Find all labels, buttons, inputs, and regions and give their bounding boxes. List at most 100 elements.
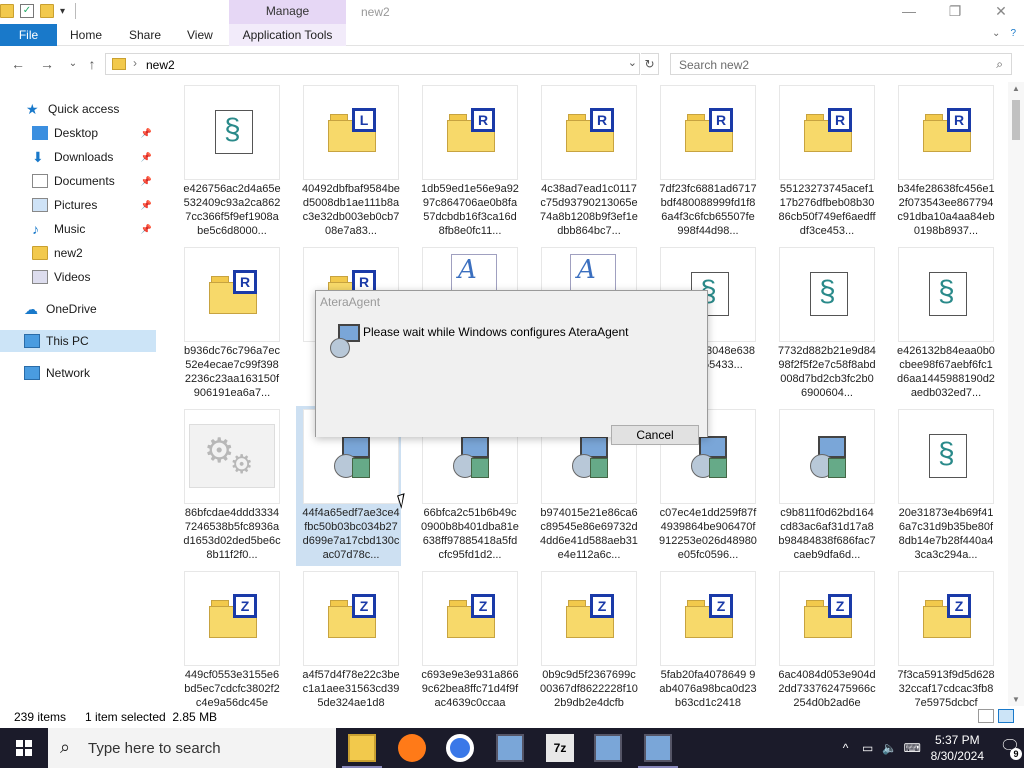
chevron-down-icon[interactable]: ⌄ bbox=[628, 56, 637, 69]
recent-locations-icon[interactable]: ⌄ bbox=[64, 55, 82, 73]
file-tile[interactable]: R 7df23fc6881ad6717bdf480088999fd1f86a4f3… bbox=[653, 82, 758, 242]
scroll-up-icon[interactable]: ▲ bbox=[1012, 84, 1020, 93]
tab-share[interactable]: Share bbox=[129, 24, 161, 46]
search-input[interactable]: Search new2 ⌕ bbox=[670, 53, 1012, 75]
installer-taskbar-icon[interactable] bbox=[496, 734, 524, 762]
address-bar[interactable]: › new2 ⌄ bbox=[105, 53, 640, 75]
file-tile[interactable]: R 1db59ed1e56e9a9297c864706ae0b8fa57dcbdb… bbox=[415, 82, 520, 242]
nav-desktop[interactable]: Desktop 📌 bbox=[0, 122, 156, 144]
vertical-scrollbar[interactable]: ▲ ▼ bbox=[1008, 82, 1024, 706]
address-path[interactable]: new2 bbox=[146, 58, 175, 72]
file-tile[interactable]: c9b811f0d62bd164cd83ac6af31d17a8b9848483… bbox=[772, 406, 877, 566]
close-button[interactable]: ✕ bbox=[978, 0, 1024, 24]
dialog-body: Please wait while Windows configures Ate… bbox=[316, 312, 707, 445]
customize-toolbar-icon[interactable]: ▾ bbox=[60, 6, 65, 17]
properties-icon[interactable]: ✓ bbox=[20, 4, 34, 18]
nav-new2[interactable]: new2 bbox=[0, 242, 156, 264]
file-tile[interactable]: R 4c38ad7ead1c0117c75d93790213065e74a8b12… bbox=[534, 82, 639, 242]
cancel-button[interactable]: Cancel bbox=[611, 425, 699, 445]
7zip-icon[interactable]: 7z bbox=[546, 734, 574, 762]
file-name: 7732d882b21e9d8498f2f5f2e7c58f8abd008d7b… bbox=[778, 345, 876, 399]
file-tile[interactable]: Z 7f3ca5913f9d5d62832ccaf17cdcac3fb87e597… bbox=[891, 568, 996, 706]
chevron-up-icon[interactable]: ^ bbox=[838, 741, 854, 755]
file-tile[interactable]: Rb936dc76c796a7ec52e4ecae7c99f3982236c23… bbox=[177, 244, 282, 404]
nav-quick-access[interactable]: ★ Quick access bbox=[0, 98, 156, 120]
file-thumbnail: L bbox=[303, 85, 399, 180]
gear-icon: ⚙ ⚙ bbox=[189, 424, 275, 488]
file-tile[interactable]: Z 0b9c9d5f2367699c00367df8622228f102b9db2… bbox=[534, 568, 639, 706]
maximize-button[interactable]: ❐ bbox=[932, 0, 978, 24]
search-icon: ⌕ bbox=[996, 57, 1003, 71]
nav-network[interactable]: Network bbox=[0, 362, 156, 384]
file-tile[interactable]: Za4f57d4f78e22c3bec1a1aee31563cd395de324… bbox=[296, 568, 401, 706]
start-button[interactable] bbox=[0, 728, 48, 768]
file-thumbnail bbox=[184, 85, 280, 180]
tab-view[interactable]: View bbox=[187, 24, 213, 46]
nav-music[interactable]: ♪ Music 📌 bbox=[0, 218, 156, 240]
pin-icon: 📌 bbox=[140, 152, 152, 162]
file-tile[interactable]: 7732d882b21e9d8498f2f5f2e7c58f8abd008d7b… bbox=[772, 244, 877, 404]
details-view-icon[interactable] bbox=[978, 709, 994, 723]
address-row: ← → ⌄ ↑ › new2 ⌄ ↻ Search new2 ⌕ bbox=[0, 48, 1024, 80]
nav-this-pc[interactable]: This PC bbox=[0, 330, 156, 352]
file-thumbnail: Z bbox=[184, 571, 280, 666]
archive-file-icon: R bbox=[566, 108, 614, 152]
chrome-icon[interactable] bbox=[446, 734, 474, 762]
installer-icon bbox=[330, 324, 362, 358]
chevron-right-icon[interactable]: › bbox=[133, 56, 137, 70]
title-bar: ✓ ▾ Manage new2 — ❐ ✕ bbox=[0, 0, 1024, 24]
firefox-icon[interactable] bbox=[398, 734, 426, 762]
file-tile[interactable]: e426132b84eaa0b0cbee98f67aebf6fc1d6aa144… bbox=[891, 244, 996, 404]
nav-pictures[interactable]: Pictures 📌 bbox=[0, 194, 156, 216]
file-tile[interactable]: e426756ac2d4a65e532409c93a2ca8627cc366f5… bbox=[177, 82, 282, 242]
file-tile[interactable]: Z 6ac4084d053e904d2dd733762475966c254d0b2… bbox=[772, 568, 877, 706]
new-folder-icon[interactable] bbox=[40, 4, 54, 18]
volume-icon[interactable]: 🔈 bbox=[882, 741, 898, 755]
clock[interactable]: 5:37 PM 8/30/2024 bbox=[931, 732, 984, 764]
nav-documents[interactable]: Documents 📌 bbox=[0, 170, 156, 192]
up-arrow-icon[interactable]: ↑ bbox=[83, 55, 101, 73]
ribbon-tabs: File Home Share View Application Tools ⌄… bbox=[0, 24, 1024, 46]
manage-context-tab[interactable]: Manage bbox=[229, 0, 346, 24]
file-thumbnail: Z bbox=[898, 571, 994, 666]
refresh-icon[interactable]: ↻ bbox=[641, 53, 659, 75]
scroll-down-icon[interactable]: ▼ bbox=[1012, 695, 1020, 704]
file-name: 0b9c9d5f2367699c00367df8622228f102b9db2e… bbox=[540, 669, 638, 706]
file-tile[interactable]: 20e31873e4b69f416a7c31d9b35be80f8db14e7b… bbox=[891, 406, 996, 566]
nav-onedrive[interactable]: ☁ OneDrive bbox=[0, 298, 156, 320]
file-tile[interactable]: ⚙ ⚙ 86bfcdae4ddd33347246538b5fc8936ad1653d… bbox=[177, 406, 282, 566]
network-tray-icon[interactable]: ▭ bbox=[860, 741, 876, 755]
quick-access-toolbar: ✓ ▾ bbox=[0, 3, 77, 19]
file-tile[interactable]: Z 449cf0553e3155e6bd5ec7cdcfc3802f2c4e9a5… bbox=[177, 568, 282, 706]
tab-home[interactable]: Home bbox=[70, 24, 102, 46]
taskbar-search[interactable]: ⌕ Type here to search bbox=[48, 728, 336, 768]
file-tile[interactable]: Zc693e9e3e931a8669c62bea8ffc71d4f9fac463… bbox=[415, 568, 520, 706]
file-tile[interactable]: L 40492dbfbaf9584bed5008db1ae111b8ac3e32d… bbox=[296, 82, 401, 242]
computer-icon bbox=[24, 334, 40, 348]
archive-file-icon: L bbox=[328, 108, 376, 152]
keyboard-icon[interactable]: ⌨ bbox=[904, 741, 921, 755]
help-icon[interactable]: ? bbox=[1010, 28, 1016, 39]
scrollbar-thumb[interactable] bbox=[1012, 100, 1020, 140]
back-arrow-icon[interactable]: ← bbox=[9, 55, 27, 73]
file-tile[interactable]: R 55123273745acef117b276dfbeb08b3086cb50f… bbox=[772, 82, 877, 242]
installer-file-icon bbox=[453, 436, 493, 480]
file-explorer-icon[interactable] bbox=[348, 734, 376, 762]
file-thumbnail: R bbox=[898, 85, 994, 180]
file-name: 5fab20fa4078649 9ab4076a98bca0d23b63cd1c… bbox=[659, 669, 757, 706]
installer-taskbar-icon-2[interactable] bbox=[644, 734, 672, 762]
large-icons-view-icon[interactable] bbox=[998, 709, 1014, 723]
nav-downloads[interactable]: ⬇ Downloads 📌 bbox=[0, 146, 156, 168]
remote-desktop-icon[interactable] bbox=[594, 734, 622, 762]
tab-application-tools[interactable]: Application Tools bbox=[229, 24, 346, 46]
status-bar: 239 items 1 item selected 2.85 MB bbox=[0, 706, 1024, 728]
tab-file[interactable]: File bbox=[0, 24, 57, 46]
file-thumbnail bbox=[898, 409, 994, 504]
notification-icon[interactable]: 🗨 9 bbox=[996, 734, 1024, 762]
minimize-button[interactable]: — bbox=[886, 0, 932, 24]
nav-videos[interactable]: Videos bbox=[0, 266, 156, 288]
file-tile[interactable]: Z 5fab20fa4078649 9ab4076a98bca0d23b63cd1… bbox=[653, 568, 758, 706]
file-tile[interactable]: Rb34fe28638fc456e12f073543ee867794c91dba… bbox=[891, 82, 996, 242]
chevron-down-icon[interactable]: ⌄ bbox=[992, 28, 1000, 39]
forward-arrow-icon[interactable]: → bbox=[38, 55, 56, 73]
